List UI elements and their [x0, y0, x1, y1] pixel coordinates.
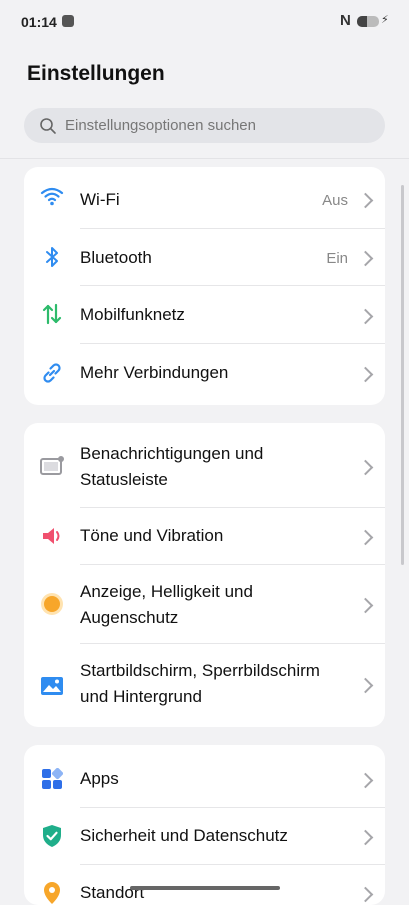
nfc-icon: N [340, 12, 351, 29]
speaker-icon [39, 523, 65, 549]
notification-icon [39, 453, 65, 479]
card-connections: Wi-Fi Aus Bluetooth Ein Mobilfunknetz Me… [24, 167, 385, 405]
settings-item-wifi[interactable]: Wi-Fi Aus [24, 167, 385, 225]
settings-item-label: Mehr Verbindungen [80, 363, 229, 382]
mobile-data-icon [39, 301, 65, 327]
chevron-right-icon [357, 250, 374, 267]
settings-item-label: und Hintergrund [80, 687, 202, 706]
chevron-right-icon [357, 308, 374, 325]
settings-item-label: Augenschutz [80, 608, 179, 627]
header-divider [0, 158, 409, 159]
bluetooth-status-value: Ein [326, 250, 348, 267]
search-bar[interactable]: Einstellungsoptionen suchen [24, 108, 385, 143]
settings-item-notifications[interactable]: Benachrichtigungen und Statusleiste [24, 423, 385, 507]
status-bar: 01:14 N ⚡ [0, 0, 409, 44]
settings-item-security[interactable]: Sicherheit und Datenschutz [24, 807, 385, 864]
scrollbar[interactable] [401, 185, 404, 565]
battery-icon [357, 16, 379, 27]
settings-item-display[interactable]: Anzeige, Helligkeit und Augenschutz [24, 564, 385, 643]
wifi-status-value: Aus [322, 192, 348, 209]
card-display: Benachrichtigungen und Statusleiste Töne… [24, 423, 385, 727]
chevron-right-icon [357, 772, 374, 789]
home-indicator[interactable] [130, 886, 280, 890]
settings-item-sounds[interactable]: Töne und Vibration [24, 507, 385, 564]
status-app-icon [62, 15, 74, 27]
settings-item-label: Apps [80, 769, 119, 788]
settings-item-apps[interactable]: Apps [24, 745, 385, 807]
settings-item-label: Statusleiste [80, 470, 168, 489]
wallpaper-icon [39, 673, 65, 699]
status-time: 01:14 [21, 14, 57, 30]
settings-item-label: Mobilfunknetz [80, 305, 185, 324]
chevron-right-icon [357, 677, 374, 694]
settings-item-label: Töne und Vibration [80, 526, 224, 545]
link-icon [39, 360, 65, 386]
search-icon [40, 118, 56, 134]
chevron-right-icon [357, 529, 374, 546]
chevron-right-icon [357, 459, 374, 476]
location-icon [39, 880, 65, 905]
apps-icon [39, 766, 65, 792]
settings-item-label: Bluetooth [80, 248, 152, 267]
shield-icon [39, 823, 65, 849]
settings-item-more-connections[interactable]: Mehr Verbindungen [24, 343, 385, 405]
battery-level [357, 16, 367, 27]
search-input[interactable]: Einstellungsoptionen suchen [65, 117, 256, 134]
chevron-right-icon [357, 597, 374, 614]
settings-item-home-screen[interactable]: Startbildschirm, Sperrbildschirm und Hin… [24, 643, 385, 727]
card-apps: Apps Sicherheit und Datenschutz Standort [24, 745, 385, 905]
chevron-right-icon [357, 192, 374, 209]
settings-item-label: Sicherheit und Datenschutz [80, 826, 288, 845]
settings-item-label: Anzeige, Helligkeit und [80, 582, 253, 601]
chevron-right-icon [357, 829, 374, 846]
settings-item-label: Standort [80, 883, 145, 902]
settings-item-location[interactable]: Standort [24, 864, 385, 905]
chevron-right-icon [357, 366, 374, 383]
settings-item-bluetooth[interactable]: Bluetooth Ein [24, 228, 385, 285]
brightness-icon [39, 591, 65, 617]
page-title: Einstellungen [27, 62, 165, 85]
bluetooth-icon [39, 244, 65, 270]
wifi-icon [39, 183, 65, 209]
settings-item-label: Benachrichtigungen und [80, 444, 264, 463]
settings-item-mobile-network[interactable]: Mobilfunknetz [24, 285, 385, 343]
settings-item-label: Wi-Fi [80, 190, 120, 209]
settings-item-label: Startbildschirm, Sperrbildschirm [80, 661, 320, 680]
charging-icon: ⚡ [381, 14, 389, 26]
